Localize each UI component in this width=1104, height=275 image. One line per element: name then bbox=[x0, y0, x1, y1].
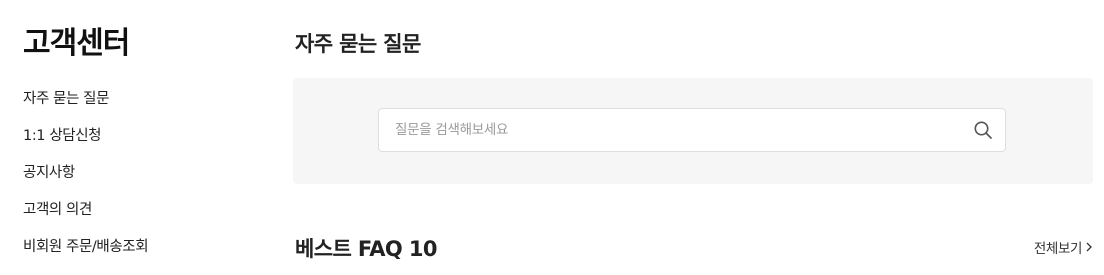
view-all-link[interactable]: 전체보기 bbox=[1034, 237, 1093, 257]
page-title: 자주 묻는 질문 bbox=[295, 32, 421, 56]
sidebar-item-notice[interactable]: 공지사항 bbox=[23, 162, 148, 199]
search-icon[interactable] bbox=[973, 120, 993, 140]
chevron-right-icon bbox=[1086, 242, 1092, 252]
sidebar-item-feedback[interactable]: 고객의 의견 bbox=[23, 199, 148, 236]
best-faq-title: 베스트 FAQ 10 bbox=[295, 237, 437, 261]
sidebar-nav: 자주 묻는 질문 1:1 상담신청 공지사항 고객의 의견 비회원 주문/배송조… bbox=[23, 88, 149, 273]
sidebar-title: 고객센터 bbox=[23, 26, 130, 61]
search-panel bbox=[293, 78, 1093, 184]
search-box bbox=[378, 108, 1006, 152]
view-all-label: 전체보기 bbox=[1033, 241, 1082, 257]
sidebar-item-guest-order[interactable]: 비회원 주문/배송조회 bbox=[23, 236, 149, 273]
search-input[interactable] bbox=[379, 109, 959, 151]
sidebar-item-faq[interactable]: 자주 묻는 질문 bbox=[23, 88, 148, 125]
sidebar-item-inquiry[interactable]: 1:1 상담신청 bbox=[23, 125, 148, 162]
customer-center-page: 고객센터 자주 묻는 질문 1:1 상담신청 공지사항 고객의 의견 비회원 주… bbox=[0, 0, 1104, 275]
